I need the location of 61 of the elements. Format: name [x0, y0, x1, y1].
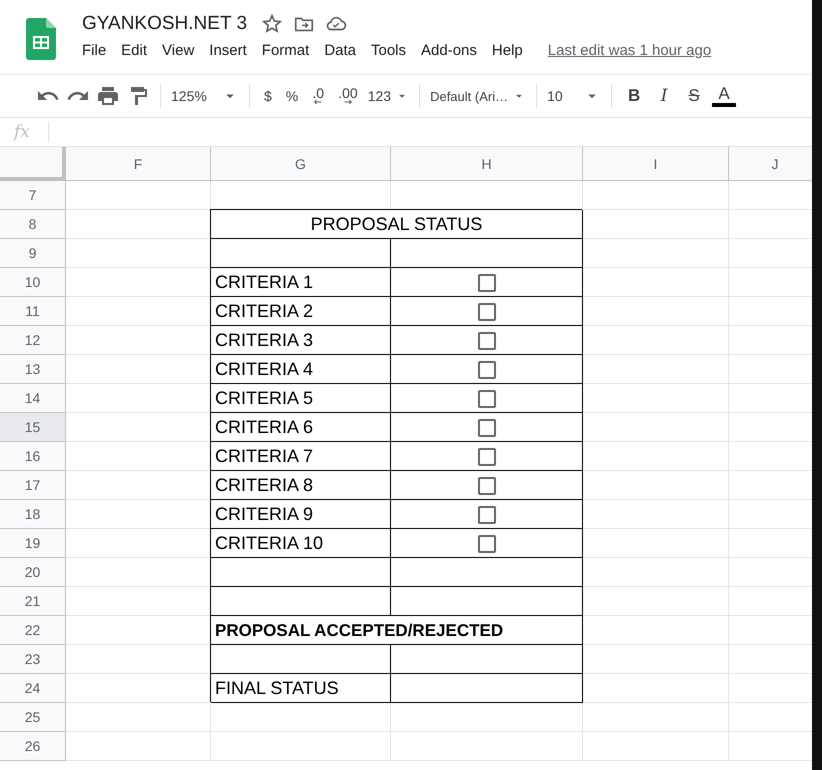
row-header[interactable]: 7: [0, 181, 66, 210]
number-format-dropdown[interactable]: 123: [368, 88, 410, 104]
menu-item[interactable]: Insert: [209, 42, 247, 59]
table-cell: PROPOSAL ACCEPTED/REJECTED: [211, 616, 583, 645]
percent-button[interactable]: %: [282, 88, 302, 104]
menu-item[interactable]: Edit: [121, 42, 148, 59]
table-cell: CRITERIA 5: [211, 384, 391, 413]
text-color-button[interactable]: A: [712, 85, 736, 107]
menu-item[interactable]: Data: [324, 42, 356, 59]
menu-item[interactable]: File: [82, 42, 106, 59]
table-cell: CRITERIA 8: [211, 471, 391, 500]
strikethrough-button[interactable]: S: [682, 86, 706, 106]
row-header[interactable]: 11: [0, 297, 66, 326]
menu-item[interactable]: Add-ons: [421, 42, 477, 59]
function-label: fx: [14, 122, 31, 142]
row-header[interactable]: 8: [0, 210, 66, 239]
zoom-dropdown[interactable]: 125%: [171, 87, 239, 105]
table-cell: CRITERIA 4: [211, 355, 391, 384]
italic-button[interactable]: I: [652, 86, 676, 106]
table-cell: CRITERIA 9: [211, 500, 391, 529]
row-header[interactable]: 13: [0, 355, 66, 384]
increase-decimal-button[interactable]: .00: [334, 86, 362, 106]
table-cell: PROPOSAL STATUS: [211, 210, 583, 239]
menu-item[interactable]: Help: [492, 42, 523, 59]
row-header[interactable]: 23: [0, 645, 66, 674]
column-header[interactable]: I: [583, 147, 729, 181]
table-cell: CRITERIA 2: [211, 297, 391, 326]
table-cell: CRITERIA 10: [211, 529, 391, 558]
column-header[interactable]: H: [391, 147, 583, 181]
row-header[interactable]: 18: [0, 500, 66, 529]
row-header[interactable]: 15: [0, 413, 66, 442]
bold-button[interactable]: B: [622, 86, 646, 106]
row-header[interactable]: 16: [0, 442, 66, 471]
row-header[interactable]: 19: [0, 529, 66, 558]
column-header[interactable]: F: [66, 147, 211, 181]
table-cell: CRITERIA 1: [211, 268, 391, 297]
row-header[interactable]: 20: [0, 558, 66, 587]
table-cell: CRITERIA 3: [211, 326, 391, 355]
table-cell: FINAL STATUS: [211, 674, 391, 703]
table-cell: CRITERIA 7: [211, 442, 391, 471]
menu-item[interactable]: Format: [262, 42, 310, 59]
row-header[interactable]: 10: [0, 268, 66, 297]
row-header[interactable]: 17: [0, 471, 66, 500]
menu-item[interactable]: View: [162, 42, 194, 59]
row-header[interactable]: 21: [0, 587, 66, 616]
column-header[interactable]: G: [211, 147, 391, 181]
row-header[interactable]: 26: [0, 732, 66, 761]
row-header[interactable]: 22: [0, 616, 66, 645]
last-edit-link[interactable]: Last edit was 1 hour ago: [548, 42, 712, 59]
table-cell: CRITERIA 6: [211, 413, 391, 442]
row-header[interactable]: 14: [0, 384, 66, 413]
document-title[interactable]: GYANKOSH.NET 3: [82, 13, 248, 35]
menu-item[interactable]: Tools: [371, 42, 406, 59]
font-size-dropdown[interactable]: 10: [547, 87, 602, 105]
row-header[interactable]: 12: [0, 326, 66, 355]
decrease-decimal-button[interactable]: .0: [308, 86, 328, 106]
row-header[interactable]: 9: [0, 239, 66, 268]
currency-button[interactable]: $: [260, 88, 276, 104]
row-header[interactable]: 25: [0, 703, 66, 732]
row-header[interactable]: 24: [0, 674, 66, 703]
font-dropdown[interactable]: Default (Ari…: [430, 87, 526, 105]
